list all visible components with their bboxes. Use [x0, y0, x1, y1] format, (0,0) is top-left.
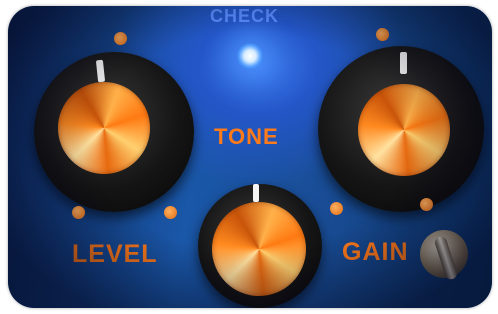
level-min-dot: [72, 206, 85, 219]
toggle-switch[interactable]: [420, 230, 468, 281]
gain-knob[interactable]: [318, 46, 484, 212]
level-marker-dot: [114, 32, 127, 45]
level-knob-cap: [58, 82, 150, 174]
tone-label: TONE: [214, 124, 279, 149]
check-led: [236, 42, 264, 70]
check-label: CHECK: [210, 6, 280, 26]
gain-knob-pointer: [400, 52, 407, 74]
pedal-panel: CHECK LEVEL TONE GAIN: [8, 6, 492, 308]
gain-knob-cap: [358, 84, 450, 176]
level-max-dot: [164, 206, 177, 219]
tone-knob[interactable]: [198, 184, 322, 308]
tone-knob-pointer: [253, 184, 259, 202]
level-label: LEVEL: [72, 240, 158, 268]
tone-knob-cap: [212, 202, 306, 296]
gain-min-dot: [330, 202, 343, 215]
gain-max-dot: [420, 198, 433, 211]
gain-marker-dot: [376, 28, 389, 41]
level-knob[interactable]: [34, 52, 194, 212]
gain-label: GAIN: [342, 238, 409, 266]
